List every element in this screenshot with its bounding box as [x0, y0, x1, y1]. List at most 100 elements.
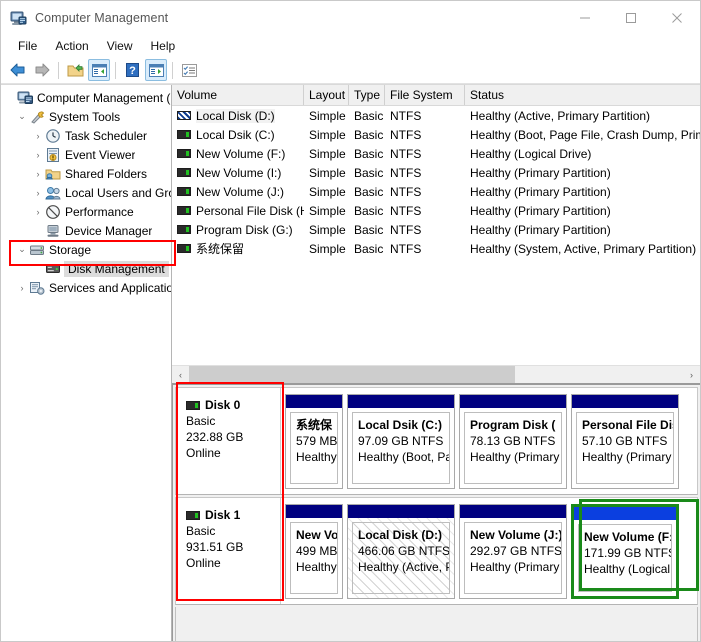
cell-status: Healthy (Active, Primary Partition)	[470, 108, 651, 123]
expander-expanded-icon[interactable]: ⌄	[15, 107, 29, 126]
table-row[interactable]: New Volume (F:) Simple Basic NTFS Health…	[172, 144, 700, 163]
table-row[interactable]: New Volume (I:) Simple Basic NTFS Health…	[172, 163, 700, 182]
minimize-button[interactable]	[562, 1, 608, 35]
services-icon	[29, 280, 45, 296]
toolbar-separator-1	[58, 61, 59, 79]
partition-block[interactable]: 系统保 579 MB Healthy	[285, 394, 343, 489]
partition-color-bar	[572, 395, 678, 408]
close-button[interactable]	[654, 1, 700, 35]
partition-block[interactable]: Program Disk ( 78.13 GB NTFS Healthy (Pr…	[459, 394, 567, 489]
volume-list-view[interactable]: Volume Layout Type File System Status Lo…	[172, 85, 700, 384]
expander-expanded-icon[interactable]: ⌄	[15, 240, 29, 259]
cell-type: Basic	[354, 184, 384, 199]
show-hide-folder-icon[interactable]	[64, 59, 86, 81]
cell-status: Healthy (Boot, Page File, Crash Dump, Pr…	[470, 127, 700, 142]
expander-icon[interactable]: ›	[31, 164, 45, 183]
partition-block-selected[interactable]: New Volume (F:) 171.99 GB NTFS Healthy (…	[571, 504, 679, 599]
partition-status: Healthy (Primary Pa	[470, 560, 561, 574]
partition-list: 系统保 579 MB Healthy Local Dsik (C:) 97.09…	[281, 388, 697, 494]
sidebar-item-local-users-and-groups[interactable]: › Local Users and Gro	[1, 183, 172, 202]
partition-block[interactable]: Local Disk (D:) 466.06 GB NTFS Healthy (…	[347, 504, 455, 599]
menu-file[interactable]: File	[9, 37, 46, 55]
expander-icon[interactable]: ›	[15, 278, 29, 297]
menu-view[interactable]: View	[98, 37, 142, 55]
help-icon[interactable]: ?	[121, 59, 143, 81]
partition-title: New Volume (F:)	[584, 530, 672, 544]
volume-name: Local Disk (D:)	[196, 108, 275, 123]
disk-info[interactable]: Disk 1 Basic 931.51 GB Online	[176, 498, 281, 604]
partition-block[interactable]: Personal File Dis 57.10 GB NTFS Healthy …	[571, 394, 679, 489]
volume-list-rows: Local Disk (D:) Simple Basic NTFS Health…	[172, 106, 700, 365]
expander-icon[interactable]: ›	[31, 183, 45, 202]
table-row[interactable]: Local Dsik (C:) Simple Basic NTFS Health…	[172, 125, 700, 144]
scroll-left-icon[interactable]: ‹	[172, 366, 189, 383]
column-header-layout[interactable]: Layout	[304, 85, 349, 105]
sidebar-item-system-tools[interactable]: ⌄ System Tools	[1, 107, 171, 126]
table-row[interactable]: Program Disk (G:) Simple Basic NTFS Heal…	[172, 220, 700, 239]
table-row[interactable]: 系统保留 Simple Basic NTFS Healthy (System, …	[172, 239, 700, 258]
sidebar-item-device-manager[interactable]: Device Manager	[1, 221, 171, 240]
table-row[interactable]: New Volume (J:) Simple Basic NTFS Health…	[172, 182, 700, 201]
show-hide-console-tree-icon[interactable]	[88, 59, 110, 81]
expander-icon[interactable]: ›	[31, 126, 45, 145]
partition-status: Healthy (Primary	[470, 450, 560, 464]
disk-state: Online	[186, 446, 221, 460]
disk-graphical-view: Disk 0 Basic 232.88 GB Online 系统保 579 MB	[172, 384, 700, 641]
expander	[3, 88, 17, 107]
partition-size: 171.99 GB NTFS	[584, 546, 672, 560]
computer-management-window: Computer Management File Action View Hel…	[0, 0, 701, 642]
column-header-type[interactable]: Type	[349, 85, 385, 105]
partition-color-bar	[574, 507, 676, 520]
console-tree[interactable]: Computer Management (L ⌄ System Tools ›	[1, 85, 172, 641]
forward-icon[interactable]	[31, 59, 53, 81]
sidebar-item-shared-folders[interactable]: › Shared Folders	[1, 164, 171, 183]
cell-layout: Simple	[309, 165, 346, 180]
volume-icon	[177, 244, 191, 253]
sidebar-item-label: Storage	[49, 242, 92, 257]
partition-size: 78.13 GB NTFS	[470, 434, 556, 448]
disk-row[interactable]: Disk 0 Basic 232.88 GB Online 系统保 579 MB	[175, 387, 698, 495]
partition-block[interactable]: Local Dsik (C:) 97.09 GB NTFS Healthy (B…	[347, 394, 455, 489]
column-header-file-system[interactable]: File System	[385, 85, 465, 105]
partition-block[interactable]: New Vo 499 MB Healthy	[285, 504, 343, 599]
column-header-volume[interactable]: Volume	[172, 85, 304, 105]
menu-help[interactable]: Help	[142, 37, 185, 55]
scrollbar-thumb[interactable]	[189, 366, 516, 383]
sidebar-item-disk-management[interactable]: Disk Management	[1, 259, 171, 278]
sidebar-item-event-viewer[interactable]: › Event Viewer	[1, 145, 171, 164]
maximize-button[interactable]	[608, 1, 654, 35]
shared-folders-icon	[45, 166, 61, 182]
table-row[interactable]: Local Disk (D:) Simple Basic NTFS Health…	[172, 106, 700, 125]
expander-icon[interactable]: ›	[31, 145, 45, 164]
menu-action[interactable]: Action	[46, 37, 97, 55]
disk-view-empty-area	[175, 607, 698, 641]
cell-volume: Personal File Disk (H:)	[172, 204, 304, 218]
cell-volume: Local Dsik (C:)	[172, 128, 304, 142]
scrollbar-track[interactable]	[189, 366, 683, 383]
sidebar-item-task-scheduler[interactable]: › Task Scheduler	[1, 126, 171, 145]
scroll-right-icon[interactable]: ›	[683, 366, 700, 383]
expander-icon[interactable]: ›	[31, 202, 45, 221]
partition-block[interactable]: New Volume (J:) 292.97 GB NTFS Healthy (…	[459, 504, 567, 599]
show-action-pane-icon[interactable]	[145, 59, 167, 81]
cell-type: Basic	[354, 241, 384, 256]
back-icon[interactable]	[7, 59, 29, 81]
properties-icon[interactable]	[178, 59, 200, 81]
table-row[interactable]: Personal File Disk (H:) Simple Basic NTF…	[172, 201, 700, 220]
disk-info[interactable]: Disk 0 Basic 232.88 GB Online	[176, 388, 281, 494]
disk-row[interactable]: Disk 1 Basic 931.51 GB Online New Vo 499…	[175, 497, 698, 605]
partition-title: Local Disk (D:)	[358, 528, 443, 542]
sidebar-item-computer-management[interactable]: Computer Management (L	[1, 88, 171, 107]
cell-status: Healthy (Primary Partition)	[470, 203, 611, 218]
cell-file-system: NTFS	[390, 222, 422, 237]
cell-volume: New Volume (J:)	[172, 185, 304, 199]
partition-details: 系统保 579 MB Healthy	[290, 412, 338, 484]
column-header-status[interactable]: Status	[465, 85, 700, 105]
volume-list-horizontal-scrollbar[interactable]: ‹ ›	[172, 365, 700, 383]
sidebar-item-storage[interactable]: ⌄ Storage	[1, 240, 171, 259]
window-controls	[562, 1, 700, 35]
sidebar-item-services-and-applications[interactable]: › Services and Applicatio	[1, 278, 172, 297]
volume-name: Local Dsik (C:)	[196, 127, 275, 142]
sidebar-item-performance[interactable]: › Performance	[1, 202, 171, 221]
